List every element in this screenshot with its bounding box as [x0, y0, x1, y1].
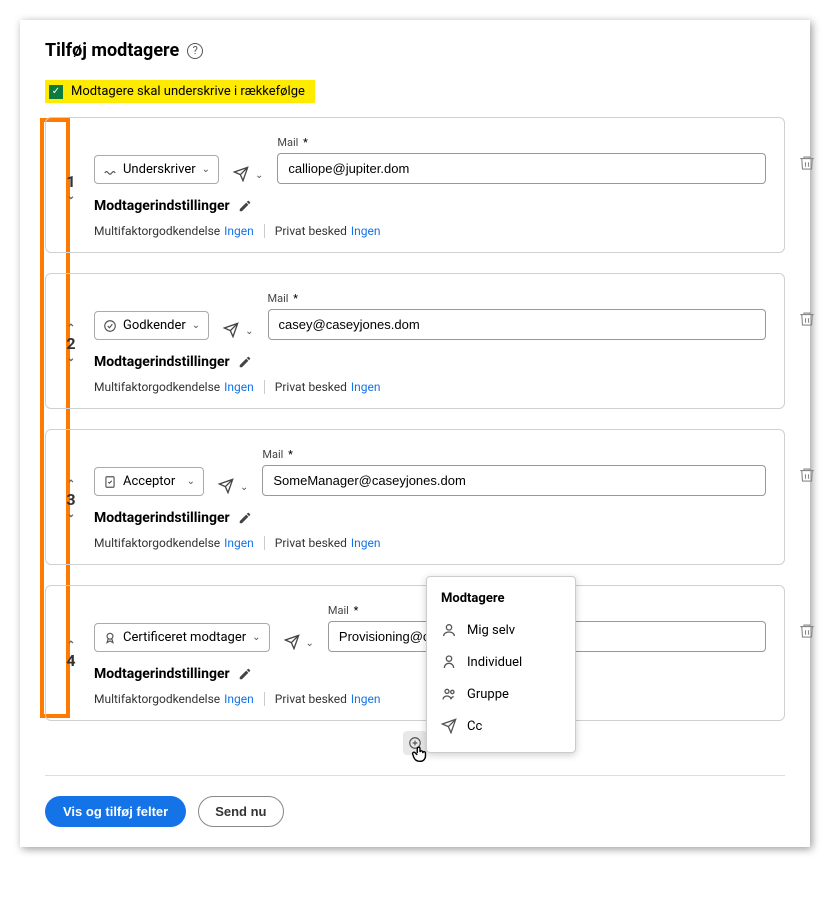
pencil-icon[interactable] [238, 355, 252, 369]
send-icon[interactable] [223, 322, 241, 340]
settings-title: Modtagerindstillinger [94, 666, 230, 682]
view-add-fields-button[interactable]: Vis og tilføj felter [45, 796, 186, 827]
private-msg-label: Privat besked [275, 692, 347, 706]
popup-item-cc[interactable]: Cc [427, 710, 575, 742]
trash-icon[interactable] [798, 622, 816, 640]
chevron-down-icon[interactable]: ⌄ [67, 509, 75, 520]
mail-label: Mail * [268, 292, 766, 305]
chevron-up-icon[interactable]: ⌃ [67, 640, 75, 651]
myself-icon [441, 622, 457, 638]
order-number: 2 [66, 334, 75, 353]
private-msg-label: Privat besked [275, 380, 347, 394]
mfa-value[interactable]: Ingen [224, 536, 254, 550]
role-label: Underskriver [123, 162, 196, 177]
order-number: 1 [66, 172, 75, 191]
role-label: Acceptor [123, 474, 175, 489]
role-label: Godkender [123, 318, 186, 333]
private-msg-value[interactable]: Ingen [351, 224, 381, 238]
send-icon[interactable] [284, 634, 302, 652]
chevron-down-icon[interactable]: ⌄ [245, 326, 253, 337]
mfa-label: Multifaktorgodkendelse [94, 224, 220, 238]
trash-icon[interactable] [798, 310, 816, 328]
private-msg-value[interactable]: Ingen [351, 380, 381, 394]
recipient-card: ⌃ 3 ⌄ Acceptor ⌄ ⌄ [45, 429, 785, 565]
group-icon [441, 686, 457, 702]
chevron-down-icon[interactable]: ⌄ [67, 191, 75, 202]
email-input[interactable] [277, 153, 766, 184]
mfa-label: Multifaktorgodkendelse [94, 536, 220, 550]
role-dropdown[interactable]: Underskriver ⌄ [94, 155, 219, 184]
send-icon[interactable] [233, 166, 251, 184]
send-now-button[interactable]: Send nu [198, 796, 283, 827]
recipient-card: 1 ⌄ Underskriver ⌄ ⌄ M [45, 117, 785, 253]
recipient-card: ⌃ 2 ⌄ Godkender ⌄ ⌄ [45, 273, 785, 409]
email-input[interactable] [268, 309, 766, 340]
popup-title: Modtagere [427, 587, 575, 614]
chevron-down-icon: ⌄ [202, 164, 210, 175]
chevron-up-icon[interactable]: ⌃ [67, 323, 75, 334]
certified-icon [103, 631, 117, 645]
chevron-down-icon[interactable]: ⌄ [255, 170, 263, 181]
individual-icon [441, 654, 457, 670]
signer-icon [103, 163, 117, 177]
chevron-down-icon: ⌄ [252, 632, 260, 643]
role-label: Certificeret modtager [123, 630, 246, 645]
popup-item-group[interactable]: Gruppe [427, 678, 575, 710]
settings-title: Modtagerindstillinger [94, 510, 230, 526]
mfa-label: Multifaktorgodkendelse [94, 692, 220, 706]
popup-item-myself[interactable]: Mig selv [427, 614, 575, 646]
cc-icon [441, 718, 457, 734]
pencil-icon[interactable] [238, 667, 252, 681]
order-number: 4 [66, 651, 75, 670]
recipient-card: ⌃ 4 Certificeret modtager ⌄ ⌄ [45, 585, 785, 721]
trash-icon[interactable] [798, 154, 816, 172]
order-checkbox-row[interactable]: ✓ Modtagere skal underskrive i rækkefølg… [45, 80, 315, 103]
mail-label: Mail * [262, 448, 766, 461]
role-dropdown[interactable]: Godkender ⌄ [94, 311, 209, 340]
chevron-down-icon[interactable]: ⌄ [240, 482, 248, 493]
mfa-label: Multifaktorgodkendelse [94, 380, 220, 394]
pencil-icon[interactable] [238, 511, 252, 525]
mfa-value[interactable]: Ingen [224, 224, 254, 238]
divider [264, 224, 265, 238]
chevron-down-icon[interactable]: ⌄ [67, 353, 75, 364]
divider [264, 536, 265, 550]
private-msg-label: Privat besked [275, 224, 347, 238]
private-msg-label: Privat besked [275, 536, 347, 550]
role-dropdown[interactable]: Acceptor ⌄ [94, 467, 204, 496]
divider [264, 380, 265, 394]
chevron-up-icon[interactable]: ⌃ [67, 479, 75, 490]
divider [264, 692, 265, 706]
private-msg-value[interactable]: Ingen [351, 692, 381, 706]
divider [45, 775, 785, 776]
mfa-value[interactable]: Ingen [224, 380, 254, 394]
chevron-down-icon[interactable]: ⌄ [306, 638, 314, 649]
trash-icon[interactable] [798, 466, 816, 484]
page-title: Tilføj modtagere [45, 40, 179, 61]
mfa-value[interactable]: Ingen [224, 692, 254, 706]
settings-title: Modtagerindstillinger [94, 354, 230, 370]
popup-item-individual[interactable]: Individuel [427, 646, 575, 678]
chevron-down-icon: ⌄ [192, 320, 200, 331]
checkbox-label: Modtagere skal underskrive i rækkefølge [71, 84, 305, 99]
add-recipient-button[interactable] [403, 731, 427, 755]
mail-label: Mail * [277, 136, 766, 149]
acceptor-icon [103, 475, 117, 489]
pencil-icon[interactable] [238, 199, 252, 213]
role-dropdown[interactable]: Certificeret modtager ⌄ [94, 623, 270, 652]
recipients-popup: Modtagere Mig selv Individuel Gruppe Cc [426, 576, 576, 753]
checkbox-checked-icon: ✓ [49, 85, 63, 99]
help-icon[interactable]: ? [187, 43, 203, 59]
chevron-down-icon: ⌄ [187, 476, 195, 487]
send-icon[interactable] [218, 478, 236, 496]
email-input[interactable] [262, 465, 766, 496]
approver-icon [103, 319, 117, 333]
settings-title: Modtagerindstillinger [94, 198, 230, 214]
order-number: 3 [66, 490, 75, 509]
private-msg-value[interactable]: Ingen [351, 536, 381, 550]
